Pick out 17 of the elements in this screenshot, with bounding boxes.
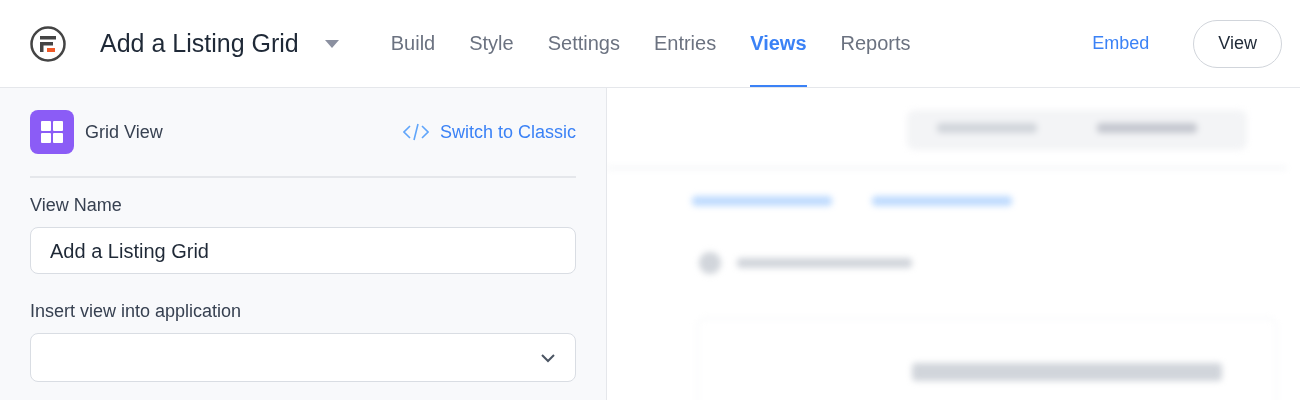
code-icon bbox=[402, 123, 429, 141]
chevron-down-icon bbox=[540, 352, 556, 363]
nav-tab[interactable]: Build bbox=[390, 0, 436, 87]
field-label: Insert view into application bbox=[30, 300, 243, 323]
field-label: View Name bbox=[30, 194, 123, 217]
embed-link[interactable]: Embed bbox=[1092, 30, 1150, 57]
view-type-label: Grid View bbox=[85, 120, 163, 144]
nav-tab[interactable]: Entries bbox=[653, 0, 717, 87]
switch-link[interactable]: Switch to Classic bbox=[439, 118, 576, 146]
caret-icon[interactable] bbox=[324, 39, 339, 48]
logo-icon bbox=[30, 25, 66, 62]
nav-tab[interactable]: Style bbox=[469, 0, 514, 87]
nav-tab[interactable]: Reports bbox=[840, 0, 911, 87]
grid-icon bbox=[30, 110, 74, 154]
form-title: Add a Listing Grid bbox=[100, 27, 299, 59]
nav-tab[interactable]: Settings bbox=[547, 0, 620, 87]
view-name-field[interactable]: Add a Listing Grid bbox=[30, 227, 576, 274]
